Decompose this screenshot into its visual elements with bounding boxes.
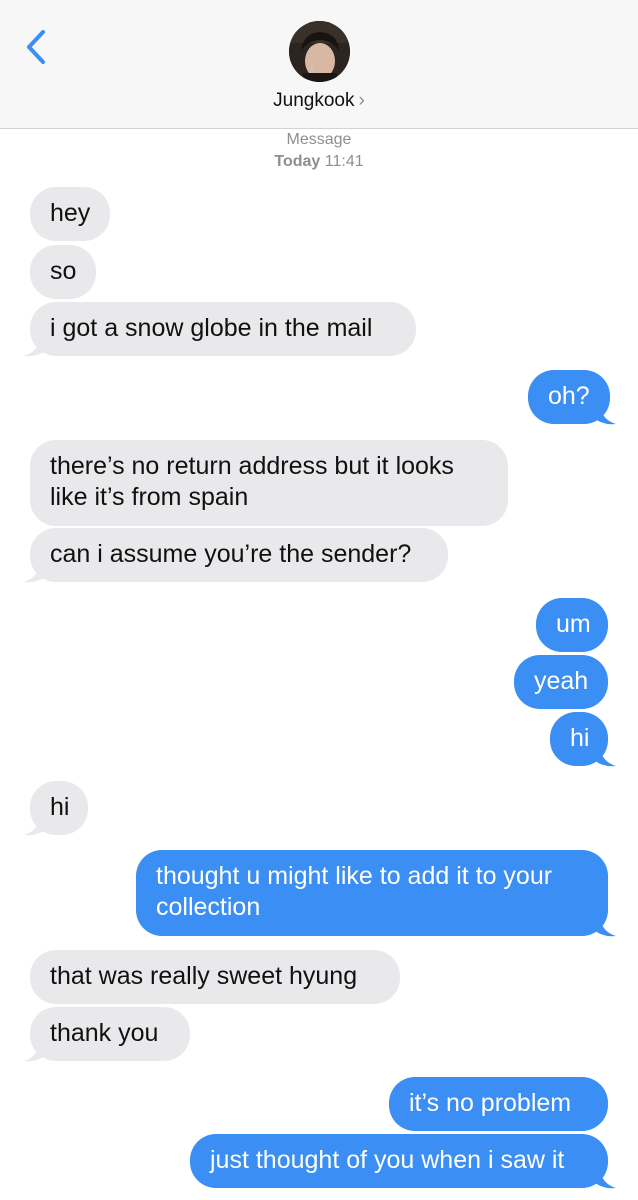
bubble-tail — [24, 1039, 46, 1062]
message-bubble-incoming[interactable]: hey — [30, 187, 110, 241]
message-bubble-outgoing[interactable]: um — [536, 598, 608, 652]
message-bubble-incoming[interactable]: i got a snow globe in the mail — [30, 302, 416, 356]
message-bubble-outgoing[interactable]: it’s no problem — [389, 1077, 608, 1131]
conversation-header: Jungkook › — [0, 0, 638, 129]
bubble-tail — [594, 402, 616, 425]
bubble-tail — [594, 914, 616, 937]
message-bubble-outgoing[interactable]: yeah — [514, 655, 608, 709]
bubble-tail — [594, 1166, 616, 1189]
message-bubble-incoming[interactable]: there’s no return address but it looks l… — [30, 440, 508, 526]
message-bubble-incoming[interactable]: so — [30, 245, 96, 299]
avatar[interactable] — [289, 21, 350, 82]
message-bubble-incoming[interactable]: that was really sweet hyung — [30, 950, 400, 1004]
chevron-left-icon[interactable] — [22, 28, 52, 66]
bubble-tail — [24, 334, 46, 357]
message-bubble-outgoing[interactable]: thought u might like to add it to your c… — [136, 850, 608, 936]
service-label: Message — [286, 131, 352, 148]
message-bubble-incoming[interactable]: can i assume you’re the sender? — [30, 528, 448, 582]
bubble-tail — [24, 560, 46, 583]
message-bubble-outgoing[interactable]: just thought of you when i saw it — [190, 1134, 608, 1188]
bubble-tail — [24, 813, 46, 836]
contact-name-button[interactable]: Jungkook › — [0, 90, 638, 112]
message-bubble-incoming[interactable]: thank you — [30, 1007, 190, 1061]
contact-name: Jungkook — [273, 90, 355, 111]
chevron-right-icon: › — [358, 90, 365, 111]
bubble-tail — [594, 744, 616, 767]
timestamp-time: 11:41 — [324, 153, 364, 170]
timestamp: Today 11:41 — [0, 153, 638, 171]
timestamp-day: Today — [274, 153, 321, 170]
